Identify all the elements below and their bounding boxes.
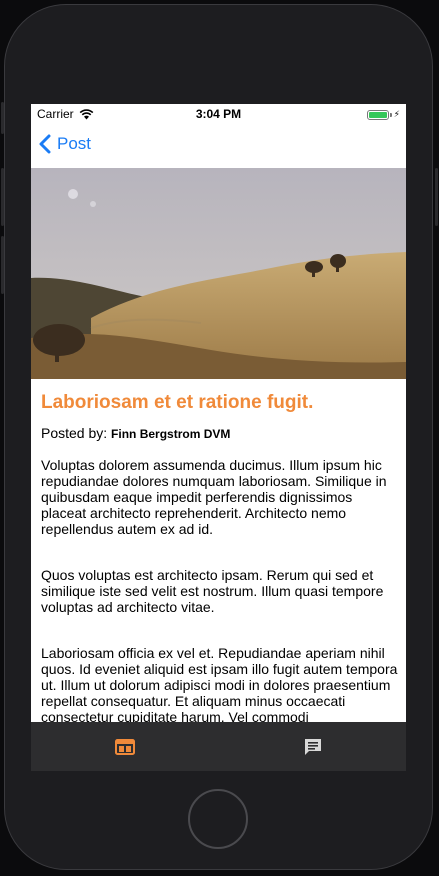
volume-down-button — [1, 236, 4, 294]
navigation-bar: Post — [31, 124, 406, 168]
mute-switch — [1, 102, 4, 134]
tab-posts[interactable] — [31, 722, 218, 771]
volume-up-button — [1, 168, 4, 226]
tab-bar — [31, 722, 406, 771]
home-button[interactable] — [188, 789, 248, 849]
status-bar: Carrier 3:04 PM ⚡ — [31, 104, 406, 124]
tab-comments[interactable] — [219, 722, 406, 771]
author-name: Finn Bergstrom DVM — [111, 427, 231, 441]
chevron-left-icon — [39, 134, 51, 154]
post-title: Laboriosam et et ratione fugit. — [41, 392, 314, 413]
post-article: Laboriosam et et ratione fugit. Posted b… — [41, 392, 399, 725]
hero-image — [31, 168, 406, 379]
posted-by-line: Posted by: Finn Bergstrom DVM — [41, 425, 399, 443]
post-paragraph-3: Laboriosam officia ex vel et. Repudianda… — [41, 645, 398, 725]
back-button[interactable]: Post — [39, 134, 91, 154]
web-layout-icon — [114, 738, 135, 755]
battery-icon: ⚡ — [366, 109, 400, 120]
app-screen: Carrier 3:04 PM ⚡ Post Laboriosam et et … — [31, 104, 406, 771]
charging-bolt-icon: ⚡ — [393, 109, 400, 119]
message-icon — [304, 738, 321, 755]
back-button-label: Post — [57, 134, 92, 153]
post-paragraph-2: Quos voluptas est architecto ipsam. Reru… — [41, 567, 384, 615]
status-time: 3:04 PM — [195, 107, 242, 121]
posted-by-label: Posted by: — [41, 425, 108, 441]
post-paragraph-1: Voluptas dolorem assumenda ducimus. Illu… — [41, 457, 387, 537]
power-button — [435, 168, 438, 226]
landscape-hills-photo — [31, 168, 406, 379]
